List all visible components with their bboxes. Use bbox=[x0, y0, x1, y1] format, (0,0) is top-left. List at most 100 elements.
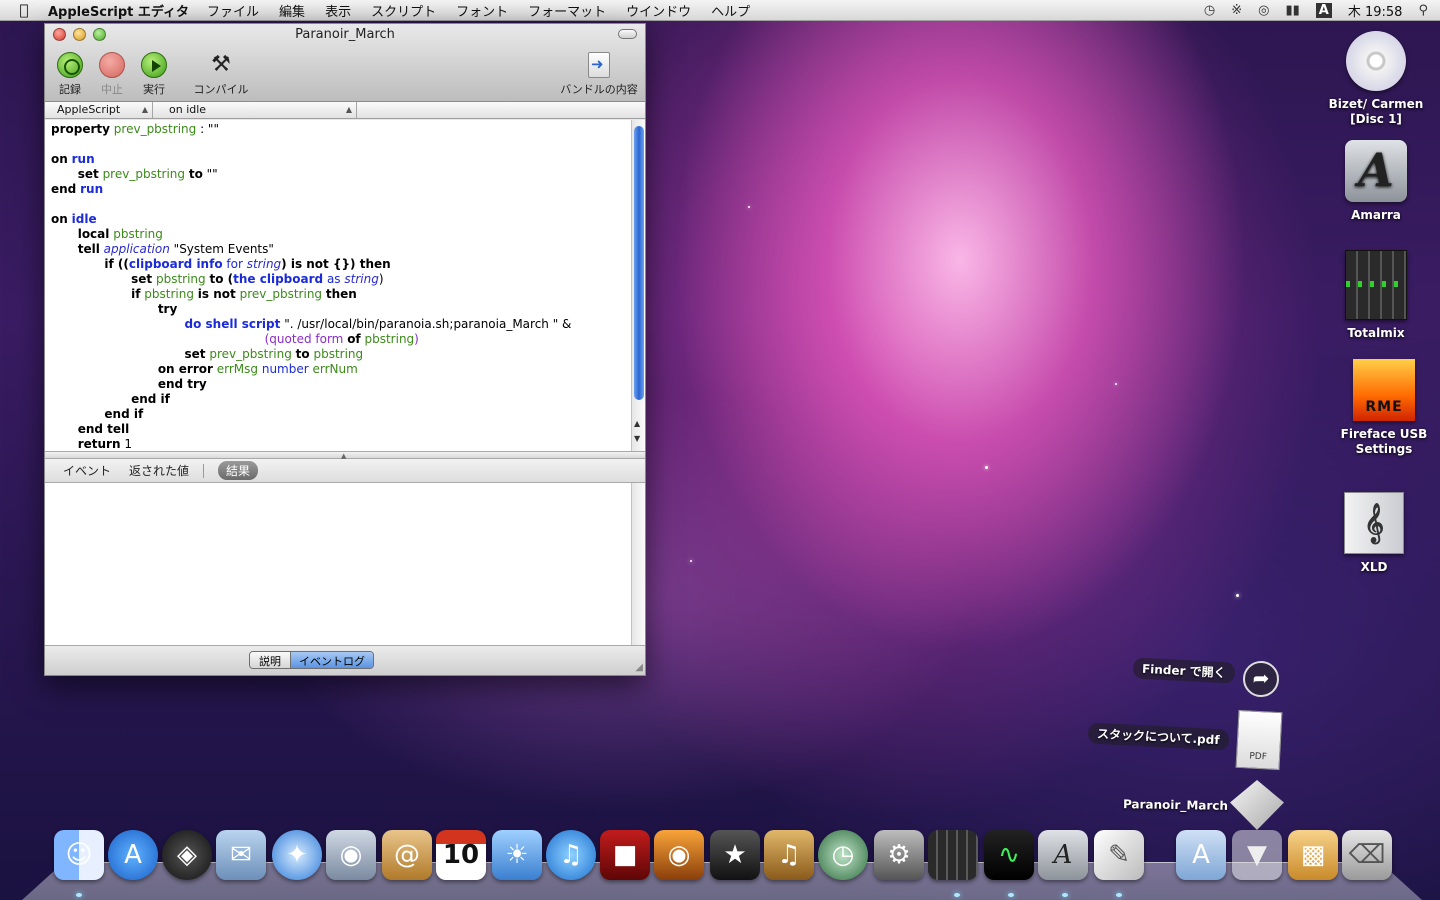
bluetooth-icon[interactable]: ※ bbox=[1231, 3, 1242, 18]
keyword: set bbox=[77, 167, 99, 181]
editor-scrollbar[interactable]: ▲ ▼ bbox=[631, 120, 645, 451]
keyword: to bbox=[188, 167, 203, 181]
variable: pbstring bbox=[364, 332, 415, 346]
dock-itunes-icon[interactable]: ♫ bbox=[546, 830, 596, 880]
spotlight-search-icon[interactable]: ⚲ bbox=[1418, 3, 1428, 18]
keyword: end if bbox=[104, 407, 144, 421]
desktop-icon-cd[interactable]: Bizet/ Carmen [Disc 1] bbox=[1321, 31, 1431, 127]
dock-front-row-icon[interactable]: ■ bbox=[600, 830, 650, 880]
tab-result[interactable]: 結果 bbox=[218, 461, 259, 480]
variable: pbstring bbox=[113, 227, 163, 241]
dock-activity-monitor-icon[interactable]: ∿ bbox=[984, 830, 1034, 880]
menu-help[interactable]: ヘルプ bbox=[711, 1, 750, 20]
keyword: then bbox=[325, 287, 357, 301]
dock-script-editor-icon[interactable]: ✎ bbox=[1094, 830, 1144, 880]
menu-bar:  AppleScript エディタ ファイル 編集 表示 スクリプト フォント… bbox=[0, 0, 1440, 21]
dock-image-capture-icon[interactable]: ◉ bbox=[654, 830, 704, 880]
apple-menu-icon[interactable]:  bbox=[0, 1, 48, 19]
dock-safari-icon[interactable]: ✦ bbox=[272, 830, 322, 880]
menu-format[interactable]: フォーマット bbox=[528, 1, 606, 20]
pane-splitter[interactable]: ▲ bbox=[45, 451, 645, 460]
open-in-finder-arrow-icon[interactable]: ➦ bbox=[1243, 661, 1279, 697]
dock-applications-folder-icon[interactable]: A bbox=[1176, 830, 1226, 880]
script-editor-text[interactable]: property prev_pbstring : "" on run set p… bbox=[45, 120, 645, 451]
desktop-icon-totalmix[interactable]: Totalmix bbox=[1321, 250, 1431, 341]
menu-clock[interactable]: 木 19:58 bbox=[1348, 1, 1403, 20]
desktop-icon-xld[interactable]: 𝄞 XLD bbox=[1319, 492, 1429, 575]
desktop-icon-amarra[interactable]: A Amarra bbox=[1321, 140, 1431, 223]
menu-font[interactable]: フォント bbox=[456, 1, 508, 20]
menu-view[interactable]: 表示 bbox=[325, 1, 351, 20]
battery-icon[interactable]: ▮▮ bbox=[1285, 3, 1299, 18]
description-tab[interactable]: 説明 bbox=[250, 652, 291, 668]
bundle-contents-button[interactable]: バンドルの内容 bbox=[559, 52, 639, 97]
star bbox=[1115, 383, 1117, 385]
language-popup[interactable]: AppleScript ▲ bbox=[45, 102, 153, 118]
keyword: tell bbox=[77, 242, 100, 256]
scroll-thumb[interactable] bbox=[634, 126, 644, 400]
tab-events[interactable]: イベント bbox=[63, 462, 111, 479]
menu-edit[interactable]: 編集 bbox=[279, 1, 305, 20]
compile-button[interactable]: ⚒ コンパイル bbox=[191, 52, 251, 97]
dock-finder-icon[interactable]: ☺ bbox=[54, 830, 104, 880]
wifi-icon[interactable]: ◎ bbox=[1258, 3, 1269, 18]
stack-item-script[interactable]: Paranoir_March bbox=[1114, 795, 1237, 815]
dock-stack-open-icon[interactable]: ▼ bbox=[1232, 830, 1282, 880]
dock-facetime-icon[interactable]: ◉ bbox=[326, 830, 376, 880]
dock-mail-icon[interactable]: ✉ bbox=[216, 830, 266, 880]
navigation-bar: AppleScript ▲ on idle ▲ bbox=[45, 102, 645, 119]
dock-totalmix-icon[interactable] bbox=[928, 830, 978, 880]
dock-downloads-icon[interactable]: ▩ bbox=[1288, 830, 1338, 880]
class-name: application bbox=[103, 242, 170, 256]
dock-amarra-icon[interactable]: A bbox=[1038, 830, 1088, 880]
dock-app-store-icon[interactable]: A bbox=[108, 830, 158, 880]
stop-button[interactable]: 中止 bbox=[95, 52, 129, 97]
pdf-document-icon[interactable]: PDF bbox=[1235, 709, 1283, 771]
event-log-tab[interactable]: イベントログ bbox=[291, 652, 373, 668]
dock-system-preferences-icon[interactable]: ⚙ bbox=[874, 830, 924, 880]
record-button[interactable]: 記録 bbox=[53, 52, 87, 97]
keyword: end tell bbox=[77, 422, 130, 436]
input-menu-icon[interactable]: A bbox=[1315, 3, 1332, 18]
time-machine-icon[interactable]: ◷ bbox=[1204, 3, 1215, 18]
variable: prev_pbstring bbox=[102, 167, 186, 181]
handler-name: idle bbox=[71, 212, 97, 226]
compile-label: コンパイル bbox=[193, 83, 249, 96]
dock-imovie-icon[interactable]: ★ bbox=[710, 830, 760, 880]
tab-returned-value[interactable]: 返された値 bbox=[129, 462, 189, 479]
window-titlebar[interactable]: Paranoir_March 記録 中止 実行 ⚒ コンパイル バンドルの内容 bbox=[45, 24, 645, 102]
menu-script[interactable]: スクリプト bbox=[371, 1, 436, 20]
scroll-up-arrow-icon[interactable]: ▲ bbox=[634, 419, 640, 428]
dock-address-book-icon[interactable]: @ bbox=[382, 830, 432, 880]
code-text: : "" bbox=[200, 122, 219, 136]
keyword: ) is not {}) then bbox=[281, 257, 391, 271]
dock-dashboard-icon[interactable]: ◈ bbox=[162, 830, 212, 880]
result-scrollbar[interactable] bbox=[631, 483, 645, 645]
desktop-icon-fireface[interactable]: RME Fireface USB Settings bbox=[1329, 359, 1439, 457]
amarra-app-icon: A bbox=[1345, 140, 1407, 202]
menu-window[interactable]: ウインドウ bbox=[626, 1, 691, 20]
dock-iphoto-icon[interactable]: ☀ bbox=[492, 830, 542, 880]
xld-label: XLD bbox=[1360, 560, 1388, 574]
resize-grip-icon[interactable]: ◢ bbox=[635, 662, 643, 673]
dock-garageband-icon[interactable]: ♫ bbox=[764, 830, 814, 880]
code-text: ) bbox=[378, 272, 384, 286]
dock-trash-icon[interactable]: ⌫ bbox=[1342, 830, 1392, 880]
dock-time-machine-icon[interactable]: ◷ bbox=[818, 830, 868, 880]
dock-ical-icon[interactable]: 10 bbox=[436, 830, 486, 880]
totalmix-label: Totalmix bbox=[1347, 326, 1405, 340]
popup-arrows-icon: ▲ bbox=[345, 105, 352, 114]
window-title: Paranoir_March bbox=[295, 27, 395, 42]
handler-popup[interactable]: on idle ▲ bbox=[153, 102, 357, 118]
keyword: is not bbox=[197, 287, 236, 301]
variable: prev_pbstring bbox=[209, 347, 292, 361]
app-menu[interactable]: AppleScript エディタ bbox=[48, 1, 189, 20]
result-pane[interactable] bbox=[45, 483, 645, 645]
scroll-down-arrow-icon[interactable]: ▼ bbox=[634, 434, 640, 443]
toolbar-toggle-button[interactable] bbox=[618, 29, 637, 39]
handler-value: on idle bbox=[169, 103, 207, 116]
running-indicator bbox=[1008, 893, 1014, 897]
class-name: string bbox=[344, 272, 379, 286]
menu-file[interactable]: ファイル bbox=[207, 1, 259, 20]
run-button[interactable]: 実行 bbox=[137, 52, 171, 97]
